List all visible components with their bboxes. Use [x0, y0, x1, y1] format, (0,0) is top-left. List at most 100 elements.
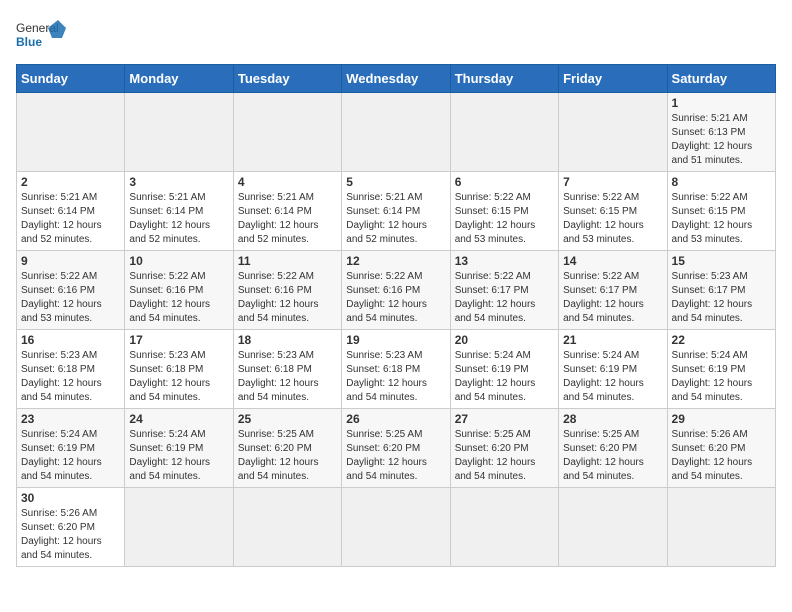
day-info: Sunrise: 5:23 AM Sunset: 6:18 PM Dayligh… — [21, 349, 120, 405]
calendar-cell — [342, 93, 450, 172]
weekday-header-saturday: Saturday — [667, 65, 775, 93]
day-info: Sunrise: 5:21 AM Sunset: 6:14 PM Dayligh… — [346, 191, 445, 247]
page-header: General Blue — [16, 16, 776, 56]
day-info: Sunrise: 5:24 AM Sunset: 6:19 PM Dayligh… — [455, 349, 554, 405]
day-info: Sunrise: 5:22 AM Sunset: 6:15 PM Dayligh… — [455, 191, 554, 247]
calendar-week-row: 23 Sunrise: 5:24 AM Sunset: 6:19 PM Dayli… — [17, 409, 776, 488]
calendar-cell: 11 Sunrise: 5:22 AM Sunset: 6:16 PM Dayli… — [233, 251, 341, 330]
day-number: 13 — [455, 254, 554, 268]
day-info: Sunrise: 5:23 AM Sunset: 6:17 PM Dayligh… — [672, 270, 771, 326]
weekday-header-wednesday: Wednesday — [342, 65, 450, 93]
calendar-cell: 22 Sunrise: 5:24 AM Sunset: 6:19 PM Dayli… — [667, 330, 775, 409]
day-info: Sunrise: 5:22 AM Sunset: 6:16 PM Dayligh… — [346, 270, 445, 326]
day-number: 6 — [455, 175, 554, 189]
day-info: Sunrise: 5:26 AM Sunset: 6:20 PM Dayligh… — [672, 428, 771, 484]
day-info: Sunrise: 5:24 AM Sunset: 6:19 PM Dayligh… — [129, 428, 228, 484]
weekday-header-sunday: Sunday — [17, 65, 125, 93]
day-number: 28 — [563, 412, 662, 426]
calendar-cell: 28 Sunrise: 5:25 AM Sunset: 6:20 PM Dayli… — [559, 409, 667, 488]
day-number: 15 — [672, 254, 771, 268]
day-number: 1 — [672, 96, 771, 110]
day-info: Sunrise: 5:25 AM Sunset: 6:20 PM Dayligh… — [563, 428, 662, 484]
day-number: 12 — [346, 254, 445, 268]
calendar-cell: 23 Sunrise: 5:24 AM Sunset: 6:19 PM Dayli… — [17, 409, 125, 488]
calendar-cell: 4 Sunrise: 5:21 AM Sunset: 6:14 PM Daylig… — [233, 172, 341, 251]
svg-text:Blue: Blue — [16, 35, 42, 49]
day-number: 16 — [21, 333, 120, 347]
day-info: Sunrise: 5:22 AM Sunset: 6:16 PM Dayligh… — [129, 270, 228, 326]
weekday-header-thursday: Thursday — [450, 65, 558, 93]
calendar-cell — [559, 488, 667, 567]
calendar-cell — [450, 93, 558, 172]
day-info: Sunrise: 5:21 AM Sunset: 6:14 PM Dayligh… — [21, 191, 120, 247]
calendar-week-row: 16 Sunrise: 5:23 AM Sunset: 6:18 PM Dayli… — [17, 330, 776, 409]
day-number: 7 — [563, 175, 662, 189]
day-info: Sunrise: 5:25 AM Sunset: 6:20 PM Dayligh… — [238, 428, 337, 484]
calendar-cell: 14Sunrise: 5:22 AM Sunset: 6:17 PM Dayli… — [559, 251, 667, 330]
calendar-week-row: 1 Sunrise: 5:21 AM Sunset: 6:13 PM Daylig… — [17, 93, 776, 172]
calendar-cell: 2 Sunrise: 5:21 AM Sunset: 6:14 PM Daylig… — [17, 172, 125, 251]
calendar-cell — [559, 93, 667, 172]
calendar-cell: 9Sunrise: 5:22 AM Sunset: 6:16 PM Daylig… — [17, 251, 125, 330]
calendar-cell: 18 Sunrise: 5:23 AM Sunset: 6:18 PM Dayli… — [233, 330, 341, 409]
day-info: Sunrise: 5:22 AM Sunset: 6:16 PM Dayligh… — [238, 270, 337, 326]
day-number: 24 — [129, 412, 228, 426]
calendar-table: SundayMondayTuesdayWednesdayThursdayFrid… — [16, 64, 776, 567]
day-number: 22 — [672, 333, 771, 347]
calendar-cell: 17 Sunrise: 5:23 AM Sunset: 6:18 PM Dayli… — [125, 330, 233, 409]
day-info: Sunrise: 5:24 AM Sunset: 6:19 PM Dayligh… — [563, 349, 662, 405]
calendar-cell: 24 Sunrise: 5:24 AM Sunset: 6:19 PM Dayli… — [125, 409, 233, 488]
weekday-header-monday: Monday — [125, 65, 233, 93]
day-number: 2 — [21, 175, 120, 189]
day-number: 25 — [238, 412, 337, 426]
calendar-cell: 21 Sunrise: 5:24 AM Sunset: 6:19 PM Dayli… — [559, 330, 667, 409]
day-number: 4 — [238, 175, 337, 189]
day-info: Sunrise: 5:24 AM Sunset: 6:19 PM Dayligh… — [672, 349, 771, 405]
day-number: 11 — [238, 254, 337, 268]
calendar-cell — [125, 93, 233, 172]
calendar-cell — [450, 488, 558, 567]
calendar-cell: 13 Sunrise: 5:22 AM Sunset: 6:17 PM Dayli… — [450, 251, 558, 330]
day-info: Sunrise: 5:25 AM Sunset: 6:20 PM Dayligh… — [346, 428, 445, 484]
calendar-cell: 8Sunrise: 5:22 AM Sunset: 6:15 PM Daylig… — [667, 172, 775, 251]
day-info: Sunrise: 5:22 AM Sunset: 6:15 PM Dayligh… — [672, 191, 771, 247]
day-number: 26 — [346, 412, 445, 426]
day-info: Sunrise: 5:21 AM Sunset: 6:14 PM Dayligh… — [238, 191, 337, 247]
calendar-cell: 25 Sunrise: 5:25 AM Sunset: 6:20 PM Dayli… — [233, 409, 341, 488]
day-number: 21 — [563, 333, 662, 347]
day-number: 19 — [346, 333, 445, 347]
weekday-header-row: SundayMondayTuesdayWednesdayThursdayFrid… — [17, 65, 776, 93]
calendar-week-row: 9 Sunrise: 5:22 AM Sunset: 6:16 PM Daylig… — [17, 251, 776, 330]
calendar-cell: 3 Sunrise: 5:21 AM Sunset: 6:14 PM Daylig… — [125, 172, 233, 251]
calendar-cell: 16 Sunrise: 5:23 AM Sunset: 6:18 PM Dayli… — [17, 330, 125, 409]
calendar-cell — [667, 488, 775, 567]
calendar-cell: 12 Sunrise: 5:22 AM Sunset: 6:16 PM Dayli… — [342, 251, 450, 330]
day-number: 9 — [21, 254, 120, 268]
calendar-cell — [233, 93, 341, 172]
day-number: 23 — [21, 412, 120, 426]
day-info: Sunrise: 5:21 AM Sunset: 6:13 PM Dayligh… — [672, 112, 771, 168]
calendar-cell: 6 Sunrise: 5:22 AM Sunset: 6:15 PM Daylig… — [450, 172, 558, 251]
day-number: 17 — [129, 333, 228, 347]
day-number: 30 — [21, 491, 120, 505]
day-info: Sunrise: 5:23 AM Sunset: 6:18 PM Dayligh… — [129, 349, 228, 405]
day-info: Sunrise: 5:25 AM Sunset: 6:20 PM Dayligh… — [455, 428, 554, 484]
calendar-cell — [233, 488, 341, 567]
calendar-cell — [17, 93, 125, 172]
calendar-cell: 10 Sunrise: 5:22 AM Sunset: 6:16 PM Dayli… — [125, 251, 233, 330]
day-info: Sunrise: 5:21 AM Sunset: 6:14 PM Dayligh… — [129, 191, 228, 247]
day-number: 10 — [129, 254, 228, 268]
calendar-week-row: 30 Sunrise: 5:26 AM Sunset: 6:20 PM Dayli… — [17, 488, 776, 567]
day-number: 5 — [346, 175, 445, 189]
day-info: Sunrise: 5:22 AM Sunset: 6:15 PM Dayligh… — [563, 191, 662, 247]
day-info: Sunrise: 5:24 AM Sunset: 6:19 PM Dayligh… — [21, 428, 120, 484]
day-info: Sunrise: 5:22 AM Sunset: 6:17 PM Dayligh… — [455, 270, 554, 326]
day-info: Sunrise: 5:23 AM Sunset: 6:18 PM Dayligh… — [238, 349, 337, 405]
calendar-cell — [125, 488, 233, 567]
day-number: 20 — [455, 333, 554, 347]
day-info: Sunrise: 5:26 AM Sunset: 6:20 PM Dayligh… — [21, 507, 120, 563]
calendar-cell: 20 Sunrise: 5:24 AM Sunset: 6:19 PM Dayli… — [450, 330, 558, 409]
calendar-cell: 5 Sunrise: 5:21 AM Sunset: 6:14 PM Daylig… — [342, 172, 450, 251]
day-number: 3 — [129, 175, 228, 189]
day-number: 18 — [238, 333, 337, 347]
